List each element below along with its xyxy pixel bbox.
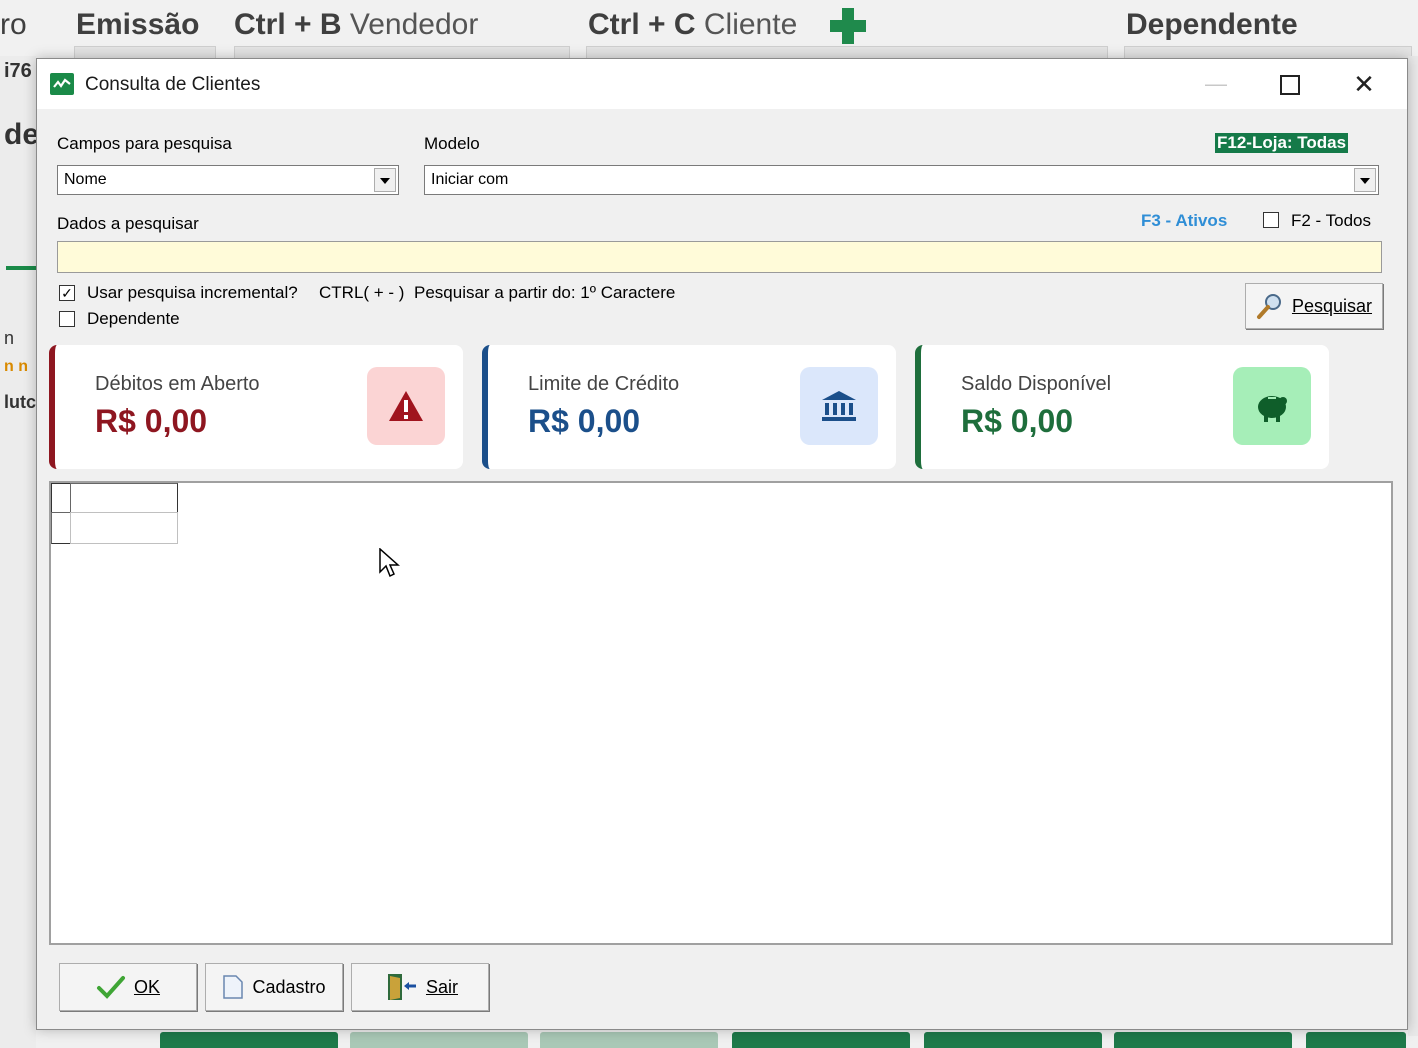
bg-cliente-shortcut[interactable]: Ctrl + C Cliente — [588, 8, 797, 42]
debitos-label: Débitos em Aberto — [95, 373, 260, 395]
ok-button[interactable]: OK — [59, 963, 197, 1011]
f3-ativos-link[interactable]: F3 - Ativos — [1141, 211, 1227, 231]
bg-left-fragment: i76 — [4, 60, 32, 82]
bg-bottom-button[interactable] — [540, 1032, 718, 1048]
bg-green-line — [6, 266, 36, 270]
bank-icon — [800, 367, 878, 445]
magnifier-icon — [1256, 294, 1281, 319]
bg-left-fragment: lutc — [4, 392, 37, 412]
debitos-card: Débitos em Aberto R$ 0,00 — [49, 345, 463, 469]
stock-chart-icon — [50, 73, 74, 95]
bg-emissao-label[interactable]: Emissão — [76, 8, 199, 42]
f2-todos-checkbox[interactable] — [1263, 212, 1279, 228]
ctrl-hint: CTRL( + - ) — [319, 283, 405, 302]
close-button[interactable]: ✕ — [1329, 59, 1399, 109]
consulta-clientes-dialog: Consulta de Clientes — ✕ Campos para pes… — [36, 58, 1408, 1030]
campos-label: Campos para pesquisa — [57, 134, 232, 153]
maximize-icon — [1280, 75, 1300, 96]
saldo-value: R$ 0,00 — [961, 403, 1074, 439]
bg-bottom-button[interactable] — [160, 1032, 338, 1048]
bg-vendedor-shortcut[interactable]: Ctrl + B Vendedor — [234, 8, 478, 42]
grid-row-indicator[interactable] — [51, 512, 71, 544]
close-icon: ✕ — [1353, 69, 1375, 99]
background-left-panel: i76 de n n n lutc — [0, 56, 40, 1048]
bg-bottom-button[interactable] — [350, 1032, 528, 1048]
ok-label: OK — [133, 976, 160, 997]
dependente-label: Dependente — [87, 309, 180, 328]
document-icon — [223, 975, 244, 999]
dialog-title: Consulta de Clientes — [85, 74, 261, 95]
campos-select-value: Nome — [64, 171, 107, 188]
sair-label: Sair — [425, 976, 458, 997]
background-right-panel — [1408, 56, 1418, 1036]
bg-bottom-button[interactable] — [1306, 1032, 1406, 1048]
grid-header-cell[interactable] — [70, 483, 178, 513]
minimize-button[interactable]: — — [1181, 59, 1251, 109]
piggy-bank-icon — [1233, 367, 1311, 445]
bg-bottom-button[interactable] — [924, 1032, 1102, 1048]
mouse-cursor-icon — [379, 548, 400, 578]
modelo-select[interactable]: Iniciar com — [424, 165, 1379, 195]
results-grid[interactable] — [49, 481, 1393, 945]
bg-fragment-label: ro — [0, 8, 27, 41]
search-input[interactable] — [57, 241, 1382, 273]
f2-todos-label: F2 - Todos — [1291, 211, 1372, 230]
limite-card: Limite de Crédito R$ 0,00 — [482, 345, 896, 469]
pesquisar-label: Pesquisar — [1291, 295, 1373, 316]
bg-bottom-button[interactable] — [732, 1032, 910, 1048]
title-bar[interactable]: Consulta de Clientes — ✕ — [37, 59, 1407, 109]
checkmark-icon — [96, 976, 125, 999]
loja-filter-badge[interactable]: F12-Loja: Todas — [1215, 133, 1349, 153]
dependente-checkbox[interactable] — [59, 311, 75, 327]
sair-button[interactable]: Sair — [351, 963, 489, 1011]
chevron-down-icon[interactable] — [374, 168, 396, 192]
saldo-label: Saldo Disponível — [961, 373, 1112, 395]
dados-label: Dados a pesquisar — [57, 214, 199, 233]
minimize-icon: — — [1205, 71, 1227, 96]
cadastro-label: Cadastro — [252, 976, 326, 997]
bg-left-fragment: n n — [4, 358, 28, 375]
campos-select[interactable]: Nome — [57, 165, 399, 195]
chevron-down-icon[interactable] — [1354, 168, 1376, 192]
incremental-checkbox[interactable]: ✓ — [59, 285, 75, 301]
exit-door-icon — [387, 974, 416, 1000]
bg-dependente-label[interactable]: Dependente — [1126, 8, 1298, 42]
saldo-card: Saldo Disponível R$ 0,00 — [915, 345, 1329, 469]
grid-corner-cell — [51, 483, 71, 513]
modelo-select-value: Iniciar com — [431, 171, 509, 188]
pesquisar-button[interactable]: Pesquisar — [1245, 283, 1383, 329]
limite-label: Limite de Crédito — [528, 373, 680, 395]
cadastro-button[interactable]: Cadastro — [205, 963, 343, 1011]
bg-bottom-button[interactable] — [1114, 1032, 1292, 1048]
incremental-label: Usar pesquisa incremental? — [87, 283, 298, 302]
debitos-value: R$ 0,00 — [95, 403, 208, 439]
pesquisar-partir-label: Pesquisar a partir do: 1º Caractere — [414, 283, 676, 302]
bg-left-fragment: n — [4, 328, 15, 348]
limite-value: R$ 0,00 — [528, 403, 641, 439]
warning-icon — [367, 367, 445, 445]
background-toolbar: ro Emissão Ctrl + B Vendedor Ctrl + C Cl… — [0, 0, 1418, 61]
grid-data-cell[interactable] — [70, 512, 178, 544]
maximize-button[interactable] — [1255, 59, 1325, 109]
bg-left-fragment: de — [4, 118, 40, 151]
modelo-label: Modelo — [424, 134, 480, 153]
add-plus-icon[interactable] — [830, 8, 866, 44]
